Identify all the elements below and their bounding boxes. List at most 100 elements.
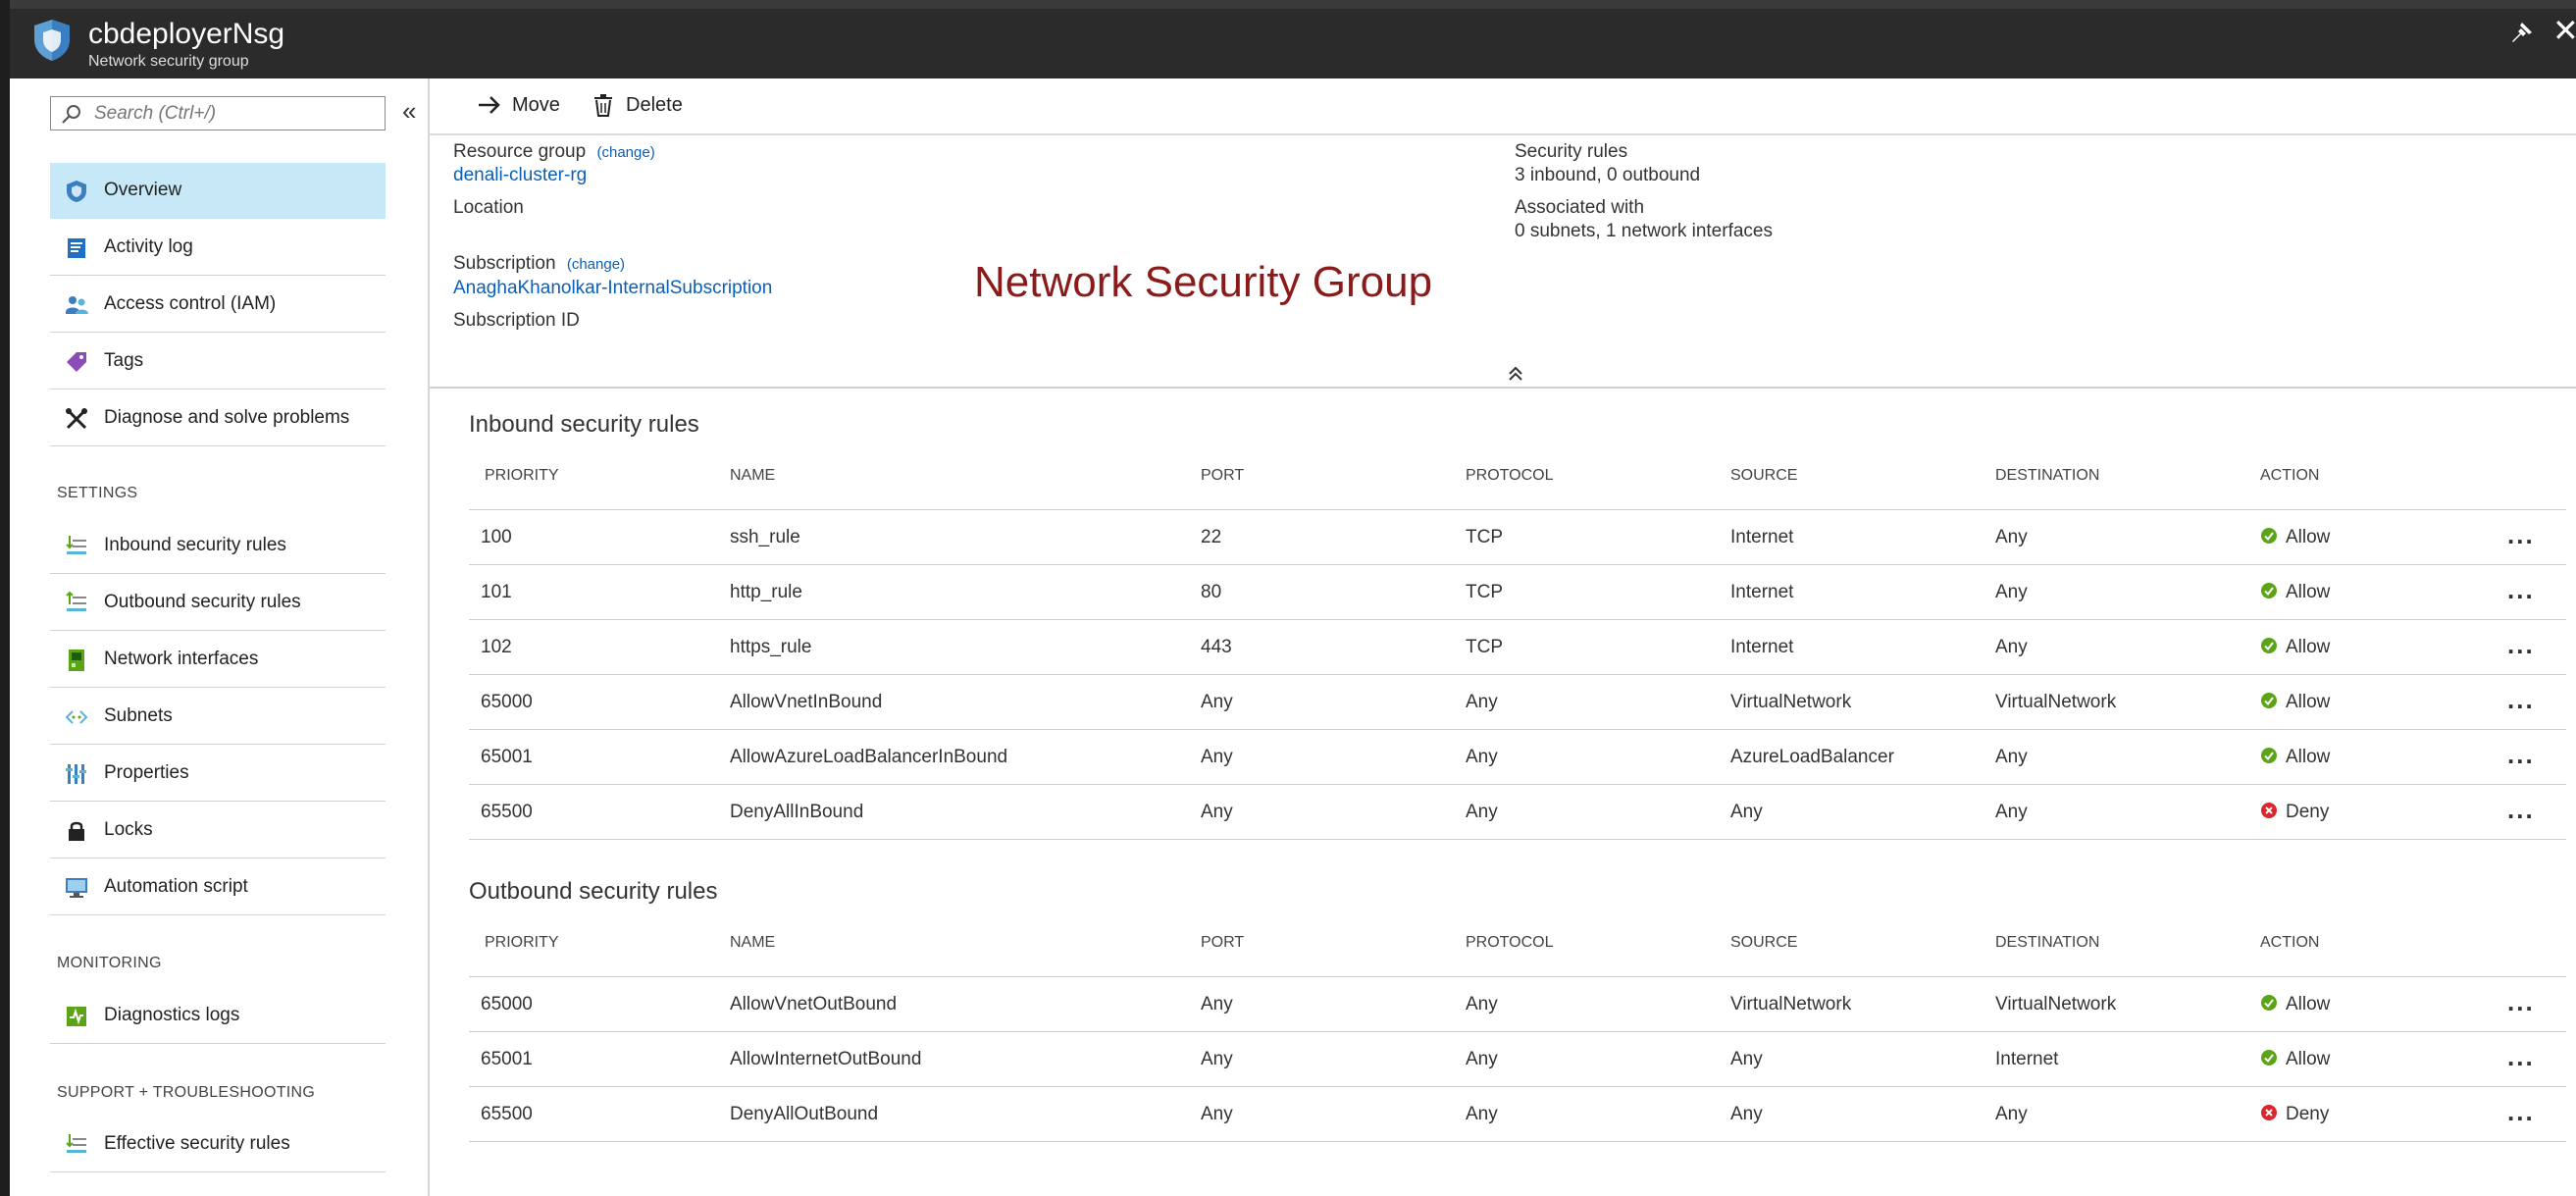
cell-priority: 65500	[481, 802, 533, 822]
cell-name: DenyAllInBound	[730, 802, 864, 822]
resource-group-link[interactable]: denali-cluster-rg	[453, 165, 587, 186]
table-row[interactable]: 65500 DenyAllOutBound Any Any Any Any Deny...	[469, 1086, 2566, 1142]
header-strip	[10, 0, 2576, 9]
command-bar: Move Delete	[430, 78, 2576, 135]
cell-source: Internet	[1730, 582, 1794, 602]
nav-item-outbound-rules[interactable]: Outbound security rules	[50, 575, 386, 631]
more-options-button[interactable]: ...	[2507, 575, 2535, 605]
more-options-button[interactable]: ...	[2507, 630, 2535, 660]
table-row[interactable]: 65000 AllowVnetInBound Any Any VirtualNetwor…	[469, 674, 2566, 729]
cell-destination: Any	[1995, 582, 2028, 602]
nav-item-tags[interactable]: Tags	[50, 334, 386, 390]
nav-item-overview[interactable]: Overview	[50, 163, 386, 219]
change-subscription-link[interactable]: (change)	[567, 256, 625, 273]
change-resource-group-link[interactable]: (change)	[596, 144, 654, 161]
nav-item-label: Inbound security rules	[104, 535, 286, 555]
move-button[interactable]: Move	[477, 92, 565, 120]
more-options-button[interactable]: ...	[2507, 1097, 2535, 1127]
close-icon[interactable]: ✕	[2552, 14, 2576, 47]
col-port: PORT	[1201, 934, 1245, 951]
cell-name: AllowVnetInBound	[730, 692, 883, 712]
essentials-divider	[430, 387, 2576, 389]
cell-action: Allow	[2286, 692, 2331, 712]
nav-item-locks[interactable]: Locks	[50, 803, 386, 858]
check-circle-icon	[2261, 995, 2277, 1011]
more-options-button[interactable]: ...	[2507, 740, 2535, 770]
col-name: NAME	[730, 467, 776, 484]
nav-item-label: Effective security rules	[104, 1133, 290, 1154]
nav-item-diagnose[interactable]: Diagnose and solve problems	[50, 390, 386, 446]
cell-protocol: Any	[1466, 994, 1498, 1014]
nav-item-effective-rules[interactable]: Effective security rules	[50, 1117, 386, 1172]
table-row[interactable]: 101 http_rule 80 TCP Internet Any Allow...	[469, 564, 2566, 619]
nav-item-network-interfaces[interactable]: Network interfaces	[50, 632, 386, 688]
check-circle-icon	[2261, 583, 2277, 598]
overlay-caption: Network Security Group	[974, 258, 1433, 306]
lock-icon	[69, 821, 84, 841]
col-source: SOURCE	[1730, 467, 1798, 484]
delete-button[interactable]: Delete	[591, 92, 698, 120]
table-row[interactable]: 65001 AllowAzureLoadBalancerInBound Any Any…	[469, 729, 2566, 784]
nav-item-inbound-rules[interactable]: Inbound security rules	[50, 518, 386, 574]
associated-with-value: 0 subnets, 1 network interfaces	[1515, 221, 1773, 241]
cell-port: Any	[1201, 1049, 1233, 1069]
cell-port: 22	[1201, 527, 1222, 547]
nav-item-access-control[interactable]: Access control (IAM)	[50, 277, 386, 333]
col-destination: DESTINATION	[1995, 934, 2100, 951]
collapse-menu-button[interactable]: «	[402, 98, 416, 124]
search-box[interactable]	[50, 96, 386, 130]
check-circle-icon	[2261, 693, 2277, 708]
cell-action: Allow	[2286, 582, 2331, 602]
nav-item-label: Subnets	[104, 705, 173, 726]
cell-action: Allow	[2286, 747, 2331, 767]
nsg-shield-icon	[34, 20, 70, 61]
cell-name: AllowAzureLoadBalancerInBound	[730, 747, 1008, 767]
inbound-rules-icon	[66, 536, 86, 554]
search-input[interactable]	[92, 99, 381, 128]
cell-action: Allow	[2286, 527, 2331, 547]
nav-item-activity-log[interactable]: Activity log	[50, 220, 386, 276]
cell-port: 443	[1201, 637, 1232, 657]
outbound-table-header: PRIORITY NAME PORT PROTOCOL SOURCE DESTI…	[469, 934, 2568, 973]
col-port: PORT	[1201, 467, 1245, 484]
table-row[interactable]: 65500 DenyAllInBound Any Any Any Any Deny...	[469, 784, 2566, 840]
more-options-button[interactable]: ...	[2507, 1042, 2535, 1072]
wrench-icon	[66, 408, 87, 430]
nav-item-automation-script[interactable]: Automation script	[50, 859, 386, 915]
outbound-section-title: Outbound security rules	[469, 878, 718, 905]
cell-protocol: TCP	[1466, 527, 1503, 547]
table-row[interactable]: 100 ssh_rule 22 TCP Internet Any Allow...	[469, 509, 2566, 564]
monitoring-section-header: MONITORING	[57, 955, 162, 971]
cell-name: AllowInternetOutBound	[730, 1049, 922, 1069]
more-options-button[interactable]: ...	[2507, 987, 2535, 1017]
cell-port: 80	[1201, 582, 1222, 602]
cell-priority: 100	[481, 527, 512, 547]
settings-section-header: SETTINGS	[57, 485, 138, 501]
cell-protocol: Any	[1466, 802, 1498, 822]
more-options-button[interactable]: ...	[2507, 685, 2535, 715]
subscription-link[interactable]: AnaghaKhanolkar-InternalSubscription	[453, 278, 772, 299]
nav-item-subnets[interactable]: Subnets	[50, 689, 386, 745]
support-section-header: SUPPORT + TROUBLESHOOTING	[57, 1084, 316, 1101]
cell-port: Any	[1201, 1104, 1233, 1124]
more-options-button[interactable]: ...	[2507, 795, 2535, 825]
page-title: cbdeployerNsg	[88, 18, 285, 50]
nav-item-properties[interactable]: Properties	[50, 746, 386, 802]
resource-group-row: Resource group (change)	[453, 141, 655, 163]
check-circle-icon	[2261, 748, 2277, 763]
subscription-label: Subscription	[453, 253, 556, 274]
more-options-button[interactable]: ...	[2507, 520, 2535, 550]
table-row[interactable]: 65001 AllowInternetOutBound Any Any Any Inter…	[469, 1031, 2566, 1086]
pin-icon[interactable]	[2507, 20, 2535, 47]
cell-protocol: Any	[1466, 1104, 1498, 1124]
col-action: ACTION	[2260, 934, 2320, 951]
nav-item-diagnostics-logs[interactable]: Diagnostics logs	[50, 988, 386, 1044]
nav-item-label: Outbound security rules	[104, 592, 301, 612]
check-circle-icon	[2261, 1050, 2277, 1066]
cell-destination: VirtualNetwork	[1995, 692, 2117, 712]
table-row[interactable]: 65000 AllowVnetOutBound Any Any VirtualNetwo…	[469, 976, 2566, 1031]
cell-name: http_rule	[730, 582, 802, 602]
table-row[interactable]: 102 https_rule 443 TCP Internet Any Allow...	[469, 619, 2566, 674]
collapse-essentials-icon[interactable]	[1507, 365, 1524, 383]
cell-source: AzureLoadBalancer	[1730, 747, 1894, 767]
